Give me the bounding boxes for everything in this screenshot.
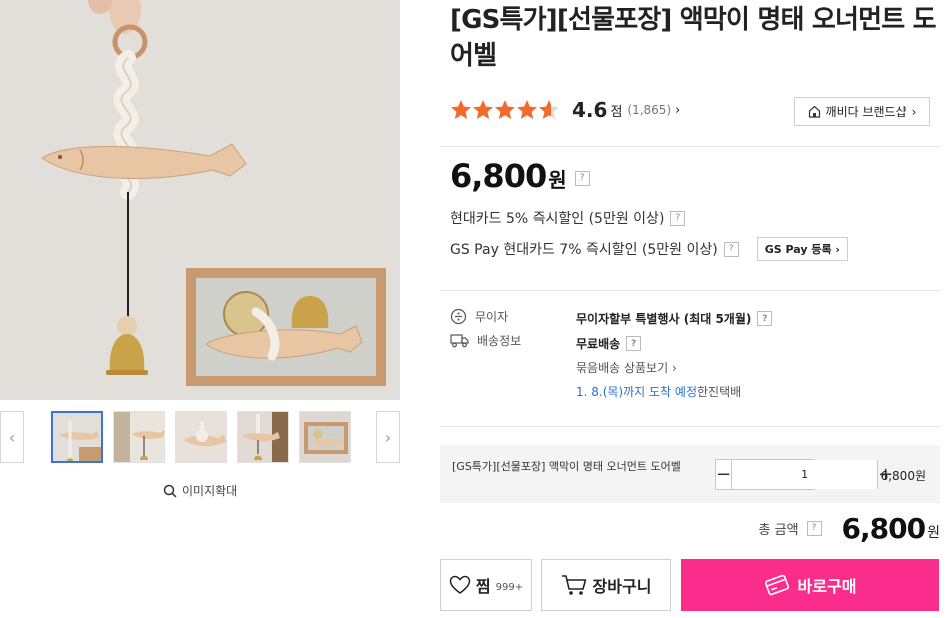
thumbnail-3-image [176, 412, 226, 462]
installment-help-icon[interactable]: ? [757, 311, 773, 326]
chevron-right-icon: › [384, 427, 392, 447]
cart-icon [561, 575, 586, 595]
installment-value: 무이자할부 특별행사 (최대 5개월) [576, 312, 752, 326]
buy-now-button[interactable]: 바로구매 [681, 559, 939, 611]
product-photo [0, 0, 400, 400]
thumbnail-4[interactable] [237, 411, 289, 463]
delivery-carrier: 한진택배 [697, 385, 742, 399]
discount-help-icon[interactable]: ? [723, 241, 739, 257]
shipping-label-text: 배송정보 [477, 334, 522, 348]
wishlist-button[interactable]: 찜 999+ [440, 559, 532, 611]
installment-info: 무이자할부 특별행사 (최대 5개월) ? [576, 310, 773, 327]
price-help-icon[interactable]: ? [574, 170, 590, 186]
magnifier-icon [163, 484, 177, 498]
installment-label: 무이자 [450, 308, 508, 325]
cart-button[interactable]: 장바구니 [541, 559, 671, 611]
shipping-info: 무료배송 ? [576, 335, 642, 352]
installment-icon [450, 308, 467, 325]
review-count-link[interactable]: (1,865) [627, 103, 671, 117]
product-title: [GS특가][선물포장] 액막이 명태 오너먼트 도어벨 [450, 5, 937, 71]
thumbnail-prev-button[interactable]: ‹ [0, 411, 24, 463]
cart-label: 장바구니 [592, 577, 652, 596]
option-price: 6,800원 [880, 469, 926, 483]
discount-text: 현대카드 5% 즉시할인 (5만원 이상) [450, 211, 665, 227]
bundle-shipping-link[interactable]: 묶음배송 상품보기 › [576, 359, 677, 376]
thumbnail-next-button[interactable]: › [376, 411, 400, 463]
rating-score: 4.6 [572, 98, 608, 122]
divider [440, 290, 940, 291]
price: 6,800 원 ? [450, 157, 590, 199]
image-zoom-label: 이미지확대 [182, 484, 238, 498]
price-amount: 6,800 [450, 157, 547, 195]
rating-row: 4.6 점 (1,865) › [450, 96, 680, 124]
delivery-eta-date: 1. 8.(목)까지 도착 예정 [576, 385, 697, 399]
price-unit: 원 [548, 168, 567, 192]
rating-stars [450, 99, 562, 121]
total-value: 6,800 [841, 511, 927, 545]
divider [440, 426, 940, 427]
rating-score-unit: 점 [610, 104, 623, 120]
image-zoom-button[interactable]: 이미지확대 [163, 482, 237, 499]
home-icon [808, 105, 820, 118]
heart-icon [449, 575, 471, 594]
quantity-input[interactable] [732, 460, 878, 489]
quantity-stepper: − + [715, 459, 893, 490]
discount-gspay: GS Pay 현대카드 7% 즉시할인 (5만원 이상) ? GS Pay 등록… [450, 237, 848, 261]
thumbnail-5-image [300, 412, 350, 462]
gspay-register-button[interactable]: GS Pay 등록 › [756, 237, 848, 261]
truck-icon [450, 334, 469, 348]
thumbnail-5[interactable] [299, 411, 351, 463]
buy-now-label: 바로구매 [797, 577, 857, 596]
thumbnail-1-image [53, 413, 101, 461]
shipping-help-icon[interactable]: ? [626, 336, 642, 351]
selected-option: [GS특가][선물포장] 액막이 명태 오너먼트 도어벨 − + 6,800원 [440, 445, 940, 503]
installment-label-text: 무이자 [475, 310, 509, 324]
chevron-left-icon: ‹ [8, 427, 16, 447]
quantity-decrease-button[interactable]: − [716, 460, 733, 489]
main-product-image[interactable] [0, 0, 400, 400]
option-name: [GS특가][선물포장] 액막이 명태 오너먼트 도어벨 [452, 460, 681, 473]
chevron-right-icon: › [911, 104, 917, 119]
thumbnail-1[interactable] [51, 411, 103, 463]
thumbnail-3[interactable] [175, 411, 227, 463]
divider [440, 146, 940, 147]
star-rating-icon [451, 100, 559, 119]
shipping-label: 배송정보 [450, 332, 521, 349]
chevron-right-icon[interactable]: › [675, 103, 680, 118]
shipping-value: 무료배송 [576, 337, 621, 351]
discount-hyundai-card: 현대카드 5% 즉시할인 (5만원 이상) ? [450, 208, 686, 228]
brand-shop-button[interactable]: 깨비다 브랜드샵 › [794, 97, 930, 126]
brand-shop-label: 깨비다 브랜드샵 [825, 105, 907, 119]
total-amount: 총 금액 ? 6,800 원 [759, 510, 940, 546]
discount-help-icon[interactable]: ? [670, 210, 686, 226]
card-icon [764, 574, 789, 596]
total-help-icon[interactable]: ? [806, 520, 822, 536]
total-label: 총 금액 [758, 522, 799, 538]
discount-text: GS Pay 현대카드 7% 즉시할인 (5만원 이상) [450, 242, 718, 258]
wishlist-count: 999+ [495, 581, 524, 593]
wishlist-label: 찜 [475, 577, 491, 596]
thumbnail-strip: ‹ › [0, 407, 400, 465]
total-unit: 원 [927, 525, 940, 541]
delivery-eta: 1. 8.(목)까지 도착 예정 한진택배 [576, 383, 741, 400]
thumbnail-2[interactable] [113, 411, 165, 463]
thumbnail-2-image [114, 412, 164, 462]
thumbnail-4-image [238, 412, 288, 462]
